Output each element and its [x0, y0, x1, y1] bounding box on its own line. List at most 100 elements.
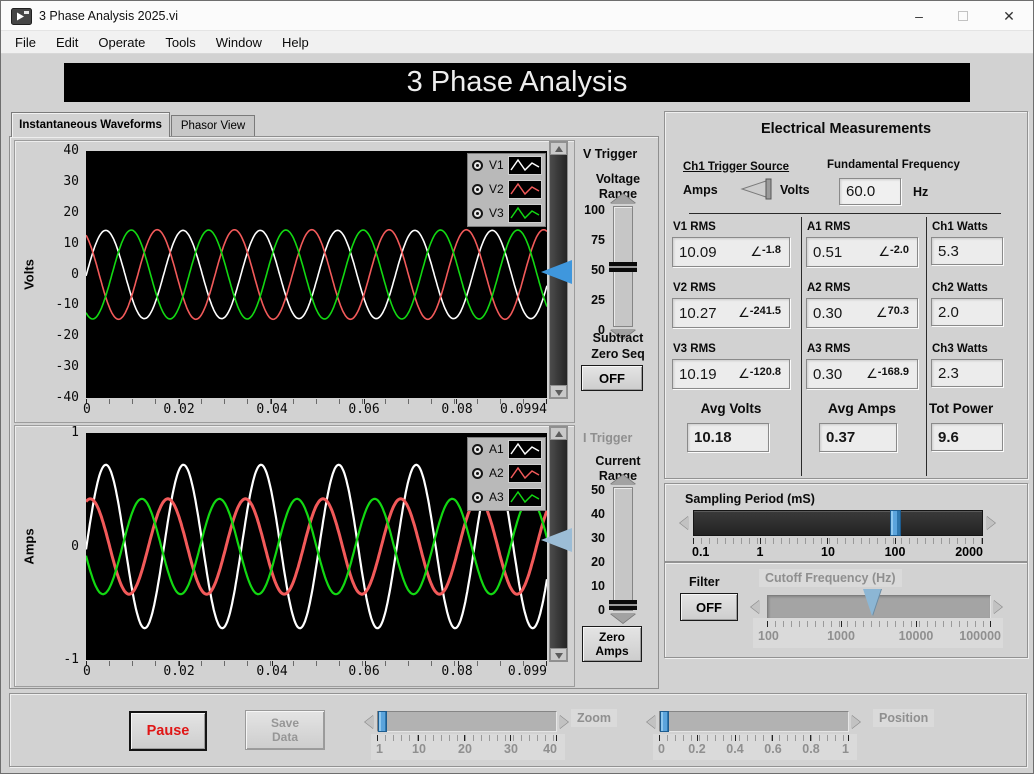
legend-item-v3[interactable]: V3	[468, 202, 545, 226]
legend-item-a2[interactable]: A2	[468, 462, 545, 486]
menu-edit[interactable]: Edit	[46, 35, 88, 50]
sampling-period-slider[interactable]	[693, 510, 983, 536]
a2-rms-label: A2 RMS	[807, 282, 851, 294]
a3-rms-display: 0.30 ∠-168.9	[806, 359, 918, 389]
position-increment-icon[interactable]	[851, 715, 860, 729]
range-increment-icon[interactable]	[610, 194, 636, 204]
scroll-down-icon[interactable]	[550, 648, 567, 661]
x-tick: 0.02	[163, 664, 195, 679]
x-tick: 0.02	[163, 402, 195, 417]
legend-item-v1[interactable]: V1	[468, 154, 545, 178]
ch2-watts-label: Ch2 Watts	[932, 282, 988, 294]
cutoff-increment-icon[interactable]	[993, 600, 1002, 614]
legend-label: V2	[489, 182, 504, 196]
line-sample-icon[interactable]	[508, 440, 542, 459]
line-sample-icon[interactable]	[508, 488, 542, 507]
menu-tools[interactable]: Tools	[155, 35, 205, 50]
hz-unit-label: Hz	[913, 185, 929, 199]
legend-label: A2	[489, 466, 504, 480]
range-tick: 20	[591, 555, 605, 569]
cutoff-decrement-icon[interactable]	[751, 600, 760, 614]
sampling-increment-icon[interactable]	[986, 516, 995, 530]
menu-help[interactable]: Help	[272, 35, 319, 50]
v-trigger-level-cursor[interactable]	[541, 260, 572, 284]
save-data-button[interactable]: Save Data	[245, 710, 325, 750]
filter-off-button[interactable]: OFF	[680, 593, 738, 621]
i-trigger-level-cursor[interactable]	[541, 528, 572, 552]
fundamental-frequency-input[interactable]: 60.0	[839, 178, 901, 205]
trigger-source-switch-icon[interactable]	[730, 176, 776, 202]
scale-tick: 0.1	[692, 545, 710, 559]
watts-value: 5.3	[938, 242, 959, 260]
range-decrement-icon[interactable]	[610, 613, 636, 623]
menu-file[interactable]: File	[5, 35, 46, 50]
current-range-slider[interactable]	[613, 487, 633, 611]
y-tick: -10	[55, 297, 79, 312]
sampling-period-handle[interactable]	[890, 510, 901, 536]
range-tick: 10	[591, 579, 605, 593]
pause-button[interactable]: Pause	[129, 711, 207, 751]
close-button[interactable]: ✕	[992, 5, 1026, 28]
position-decrement-icon[interactable]	[647, 715, 656, 729]
divider	[689, 213, 1001, 214]
plot-visible-toggle-icon[interactable]	[472, 468, 483, 479]
scroll-up-icon[interactable]	[550, 427, 567, 440]
zoom-increment-icon[interactable]	[559, 715, 568, 729]
current-range-handle[interactable]	[609, 600, 637, 610]
y-tick: -1	[63, 652, 79, 667]
divider	[926, 217, 927, 476]
angle-icon: ∠	[878, 244, 891, 259]
menu-window[interactable]: Window	[206, 35, 272, 50]
plot-visible-toggle-icon[interactable]	[472, 208, 483, 219]
minimize-button[interactable]: –	[902, 5, 936, 28]
plot-visible-toggle-icon[interactable]	[472, 492, 483, 503]
plot-visible-toggle-icon[interactable]	[472, 184, 483, 195]
angle-icon: ∠	[738, 305, 750, 320]
a3-rms-label: A3 RMS	[807, 343, 851, 355]
plot-visible-toggle-icon[interactable]	[472, 160, 483, 171]
plot-visible-toggle-icon[interactable]	[472, 444, 483, 455]
range-tick: 50	[591, 483, 605, 497]
tab-instantaneous-waveforms[interactable]: Instantaneous Waveforms	[11, 112, 170, 137]
range-increment-icon[interactable]	[610, 475, 636, 485]
menu-operate[interactable]: Operate	[88, 35, 155, 50]
sampling-decrement-icon[interactable]	[680, 516, 689, 530]
line-sample-icon[interactable]	[508, 156, 542, 175]
zoom-handle[interactable]	[378, 711, 387, 732]
save-data-label: Save Data	[270, 716, 300, 744]
x-tick: 0.08	[441, 664, 473, 679]
line-sample-icon[interactable]	[508, 180, 542, 199]
zero-amps-button[interactable]: Zero Amps	[582, 626, 642, 662]
line-sample-icon[interactable]	[508, 204, 542, 223]
tab-phasor-view[interactable]: Phasor View	[171, 115, 255, 137]
legend-item-a3[interactable]: A3	[468, 486, 545, 510]
legend-item-a1[interactable]: A1	[468, 438, 545, 462]
x-tick: 0	[83, 402, 91, 417]
x-tick: 0.099	[507, 664, 547, 679]
position-handle[interactable]	[660, 711, 669, 732]
scale-tick: 1	[376, 742, 383, 756]
zoom-slider[interactable]	[377, 711, 557, 732]
position-ticks	[659, 735, 849, 741]
title-bar: 3 Phase Analysis 2025.vi – ✕	[1, 1, 1033, 31]
range-tick: 100	[584, 203, 605, 217]
zoom-decrement-icon[interactable]	[365, 715, 374, 729]
voltage-range-handle[interactable]	[609, 262, 637, 272]
range-tick: 50	[591, 263, 605, 277]
ch1-trigger-source-label: Ch1 Trigger Source	[683, 161, 790, 173]
cutoff-frequency-handle[interactable]	[863, 589, 881, 616]
x-tick: 0	[83, 664, 91, 679]
subtract-zero-seq-button[interactable]: OFF	[581, 365, 643, 391]
y-tick: 10	[63, 236, 79, 251]
position-slider[interactable]	[659, 711, 849, 732]
legend-item-v2[interactable]: V2	[468, 178, 545, 202]
trigger-source-left-label: Amps	[683, 183, 718, 197]
range-tick: 30	[591, 531, 605, 545]
scale-tick: 2000	[955, 545, 983, 559]
v2-rms-display: 10.27 ∠-241.5	[672, 298, 790, 328]
scroll-down-icon[interactable]	[550, 385, 567, 398]
scale-tick: 100	[884, 545, 906, 559]
v1-rms-display: 10.09 ∠-1.8	[672, 237, 790, 267]
scroll-up-icon[interactable]	[550, 142, 567, 155]
line-sample-icon[interactable]	[508, 464, 542, 483]
